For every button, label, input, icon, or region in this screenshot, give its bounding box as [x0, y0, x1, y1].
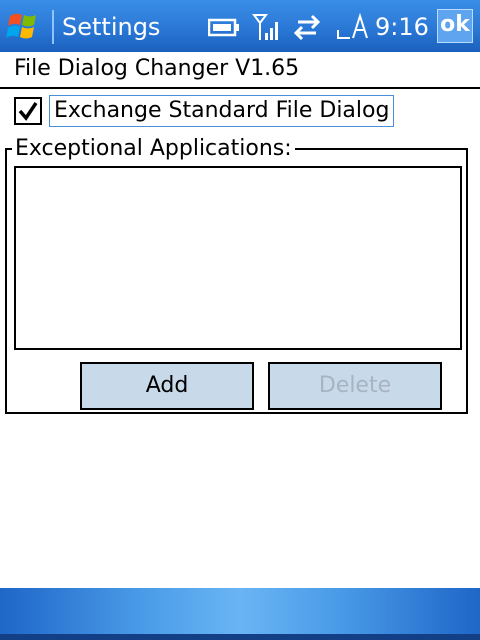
title-bar: Settings 9:16 ok [0, 0, 480, 52]
delete-button[interactable]: Delete [268, 362, 442, 410]
add-button[interactable]: Add [80, 362, 254, 410]
sync-icon[interactable] [292, 12, 322, 42]
ok-button[interactable]: ok [437, 9, 473, 43]
softkey-bar-shadow [0, 634, 480, 640]
exchange-dialog-label[interactable]: Exchange Standard File Dialog [49, 95, 395, 127]
clock[interactable]: 9:16 [375, 12, 429, 42]
header-divider [0, 87, 480, 89]
battery-icon[interactable] [207, 12, 242, 42]
exchange-dialog-checkbox[interactable] [14, 97, 42, 125]
title-separator [52, 10, 54, 44]
softkey-bar[interactable] [0, 588, 480, 640]
exceptional-apps-list[interactable] [14, 166, 462, 350]
signal-icon[interactable] [252, 12, 282, 42]
input-mode-icon[interactable] [336, 12, 372, 42]
window-title: Settings [62, 13, 161, 41]
windows-start-icon[interactable] [4, 8, 44, 46]
exceptional-apps-title: Exceptional Applications: [12, 136, 295, 162]
app-header: File Dialog Changer V1.65 [14, 56, 300, 81]
checkmark-icon [18, 102, 38, 121]
